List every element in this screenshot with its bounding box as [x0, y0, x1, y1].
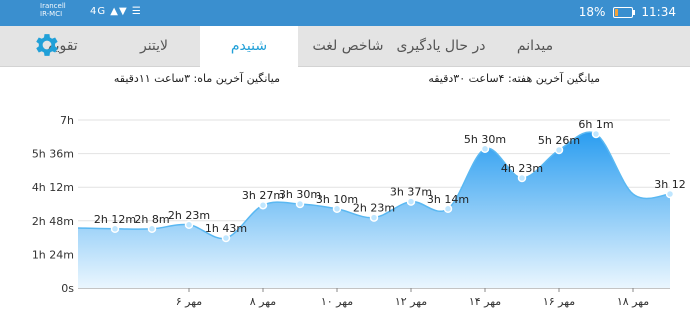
data-label: 6h 1m [578, 118, 613, 131]
data-label: 4h 23m [501, 162, 543, 175]
y-tick-label: 4h 12m [32, 181, 74, 194]
x-tick-label: ۱۰ مهر [321, 295, 353, 308]
data-label: 5h 30m [464, 133, 506, 146]
data-label: 2h 23m [168, 209, 210, 222]
x-tick-label: ۱۲ مهر [395, 295, 427, 308]
x-tick-label: ۶ مهر [176, 295, 203, 308]
data-point [110, 224, 120, 234]
data-point [332, 204, 342, 214]
y-tick-label: 7h [60, 114, 74, 127]
data-point [406, 197, 416, 206]
x-tick-label: ۸ مهر [250, 295, 277, 308]
data-point [480, 144, 490, 154]
y-tick-label: 5h 36m [32, 148, 74, 161]
data-point [517, 173, 527, 183]
y-tick-label: 2h 48m [32, 215, 74, 228]
listening-chart: 2h 12m2h 8m2h 23m1h 43m3h 27m3h 30m3h 10… [32, 114, 686, 308]
data-label: 3h 30m [279, 188, 321, 201]
y-tick-label: 1h 24m [32, 248, 74, 261]
data-point [554, 145, 564, 155]
data-point [443, 204, 453, 214]
data-point [184, 220, 194, 230]
data-point [258, 200, 268, 210]
data-label: 5h 26m [538, 134, 580, 147]
data-point [665, 189, 675, 199]
data-label: 3h 10m [316, 193, 358, 206]
data-label: 2h 23m [353, 202, 395, 215]
data-label: 2h 12m [94, 213, 136, 226]
x-tick-label: ۱۴ مهر [469, 295, 501, 308]
x-tick-label: ۱۸ مهر [617, 295, 649, 308]
data-label: 3h 14m [427, 193, 469, 206]
data-point [369, 213, 379, 222]
data-point [221, 233, 231, 243]
data-label: 3h 27m [242, 189, 284, 202]
data-label: 3h 12 [654, 178, 685, 191]
data-label: 2h 8m [134, 213, 169, 226]
data-point [295, 199, 305, 209]
y-tick-label: 0s [61, 282, 74, 295]
data-point [147, 224, 157, 234]
data-point [591, 129, 601, 139]
data-label: 1h 43m [205, 222, 247, 235]
data-label: 3h 37m [390, 186, 432, 199]
x-tick-label: ۱۶ مهر [543, 295, 575, 308]
